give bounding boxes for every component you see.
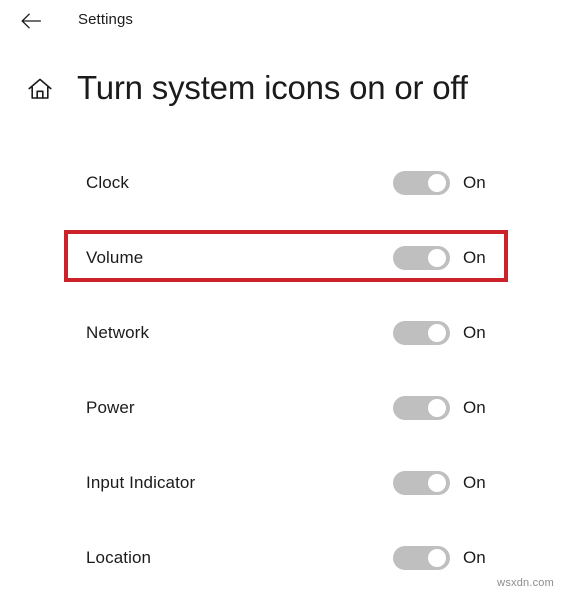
- toggle-knob-icon: [428, 548, 446, 567]
- toggle-state-location: On: [463, 547, 486, 567]
- toggle-state-network: On: [463, 322, 486, 342]
- table-row: Power On: [0, 370, 567, 445]
- row-label-input-indicator: Input Indicator: [86, 472, 196, 492]
- app-title: Settings: [78, 11, 133, 28]
- toggle-knob-icon: [428, 398, 446, 417]
- back-arrow-icon: [20, 13, 42, 29]
- row-label-location: Location: [86, 547, 152, 567]
- row-label-clock: Clock: [86, 172, 130, 192]
- page-heading: Turn system icons on or off: [0, 62, 567, 118]
- watermark: wsxdn.com: [497, 577, 554, 589]
- toggle-clock[interactable]: [393, 170, 450, 195]
- toggle-location[interactable]: [393, 545, 450, 570]
- toggle-knob-icon: [428, 473, 446, 492]
- title-bar: Settings: [0, 0, 567, 44]
- toggle-state-clock: On: [463, 172, 486, 192]
- toggle-state-volume: On: [463, 247, 486, 267]
- toggle-state-power: On: [463, 397, 486, 417]
- table-row: Network On: [0, 295, 567, 370]
- toggle-volume[interactable]: [393, 245, 450, 270]
- table-row: Clock On: [0, 145, 567, 220]
- toggle-network[interactable]: [393, 320, 450, 345]
- table-row: Volume On: [0, 220, 567, 295]
- table-row: Location On: [0, 520, 567, 595]
- toggle-power[interactable]: [393, 395, 450, 420]
- toggle-knob-icon: [428, 173, 446, 192]
- toggle-knob-icon: [428, 248, 446, 267]
- table-row: Input Indicator On: [0, 445, 567, 520]
- row-label-network: Network: [86, 322, 150, 342]
- back-button[interactable]: [14, 6, 48, 36]
- row-label-volume: Volume: [86, 247, 144, 267]
- system-icons-list: Clock On Volume On Network On Power On I…: [0, 145, 567, 595]
- toggle-input-indicator[interactable]: [393, 470, 450, 495]
- row-label-power: Power: [86, 397, 135, 417]
- page-title: Turn system icons on or off: [77, 69, 468, 106]
- toggle-state-input-indicator: On: [463, 472, 486, 492]
- home-icon[interactable]: [25, 74, 55, 104]
- toggle-knob-icon: [428, 323, 446, 342]
